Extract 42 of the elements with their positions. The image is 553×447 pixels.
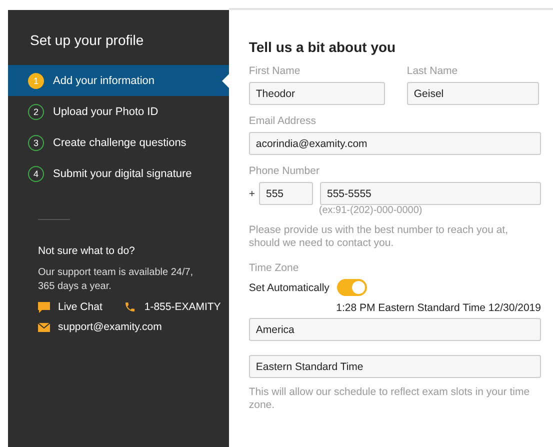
region-field[interactable]: America [248, 318, 541, 342]
country-code-field[interactable]: 555 [259, 182, 313, 205]
phone-icon [124, 301, 136, 313]
step-item[interactable]: 1 Add your information [8, 65, 229, 96]
email-link[interactable]: support@examity.com [58, 321, 162, 333]
phone-number: 1-855-EXAMITY [144, 301, 221, 313]
step-number: 1 [28, 72, 44, 88]
plus-sign: + [248, 188, 255, 200]
time-zone-note: This will allow our schedule to reflect exam slots in your time zone. [248, 386, 531, 412]
field-label: Time Zone [248, 262, 300, 274]
toggle-switch[interactable] [337, 279, 368, 296]
mail-icon [38, 322, 50, 332]
phone-hint: (ex:91-(202)-000-0000) [318, 205, 424, 216]
step-number: 3 [28, 134, 44, 150]
form-title: Tell us a bit about you [248, 39, 397, 55]
field-label: Last Name [406, 65, 459, 77]
email-field[interactable]: acorindia@examity.com [248, 132, 541, 155]
step-item[interactable]: 3 Create challenge questions [8, 127, 229, 158]
field-label: Email Address [248, 115, 317, 127]
field-label: First Name [248, 65, 302, 77]
step-number: 2 [28, 104, 44, 120]
step-label: Upload your Photo ID [53, 106, 158, 118]
step-item[interactable]: 4 Submit your digital signature [8, 158, 229, 189]
toggle-label: Set Automatically [248, 282, 330, 294]
sidebar-title: Set up your profile [29, 31, 145, 50]
phone-note: Please provide us with the best number to reach you at, should we need to contact you. [248, 224, 510, 250]
help-title: Not sure what to do? [38, 245, 136, 257]
step-label: Submit your digital signature [53, 168, 192, 180]
field-label: Phone Number [248, 165, 320, 177]
help-text: Our support team is available 24/7, 365 days a year. [38, 266, 194, 293]
phone-field[interactable]: 555-5555 [320, 182, 541, 205]
first-name-field[interactable]: Theodor [248, 82, 385, 105]
time-zone-field[interactable]: Eastern Standard Time [248, 355, 541, 378]
last-name-field[interactable]: Geisel [406, 82, 539, 105]
pointer-icon [222, 74, 229, 88]
step-label: Create challenge questions [53, 136, 186, 148]
current-time: 1:28 PM Eastern Standard Time 12/30/2019 [336, 302, 541, 314]
step-item[interactable]: 2 Upload your Photo ID [8, 96, 229, 127]
step-label: Add your information [53, 74, 154, 86]
live-chat-link[interactable]: Live Chat [58, 301, 102, 313]
chat-icon [38, 302, 50, 312]
step-number: 4 [28, 166, 44, 182]
